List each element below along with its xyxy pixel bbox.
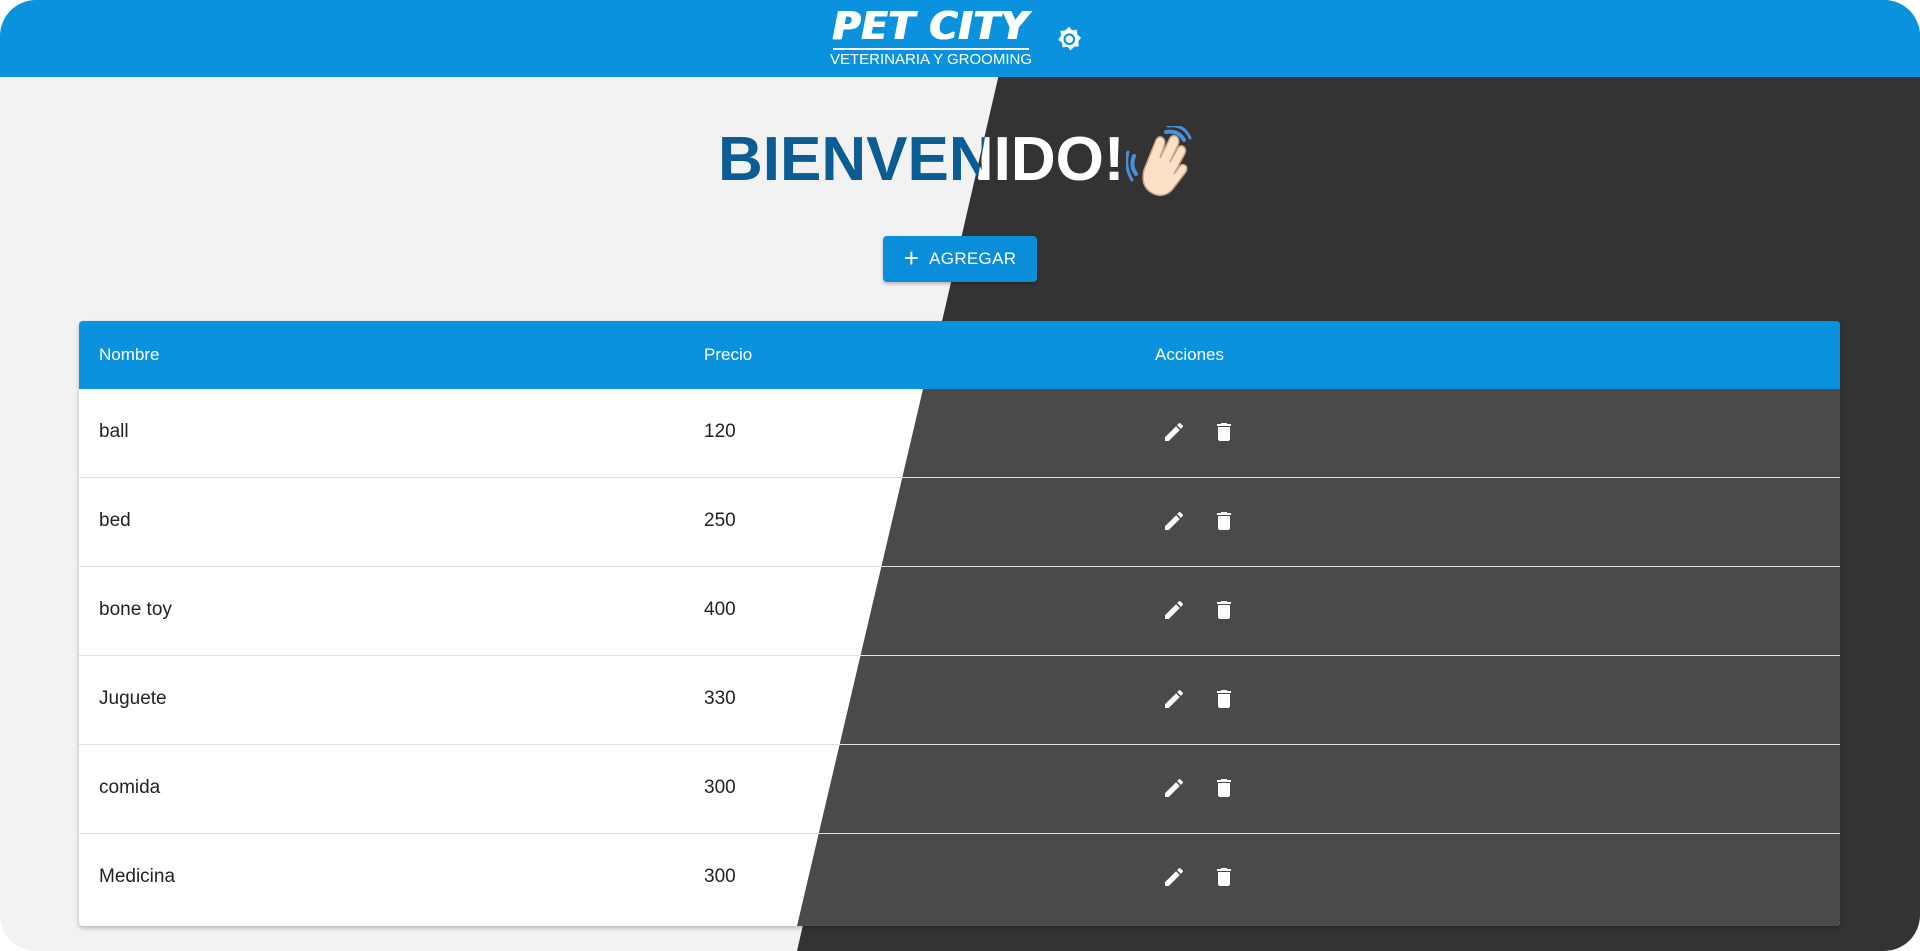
table-row: comida 300	[79, 745, 1840, 834]
edit-button[interactable]	[1161, 863, 1187, 891]
cell-name: comida	[99, 777, 161, 798]
edit-icon	[1165, 422, 1184, 441]
cell-name: bone toy	[99, 599, 172, 620]
app-frame: PET CITY VETERINARIA Y GROOMING BIENVENI…	[0, 0, 1920, 951]
add-button[interactable]: + AGREGAR	[883, 236, 1037, 282]
column-header-name[interactable]: Nombre	[99, 345, 159, 365]
edit-button[interactable]	[1161, 596, 1187, 624]
delete-icon	[1217, 779, 1231, 797]
edit-button[interactable]	[1161, 774, 1187, 802]
settings-button[interactable]	[1054, 24, 1084, 54]
table-row: Medicina 300	[79, 834, 1840, 923]
top-header: PET CITY VETERINARIA Y GROOMING	[0, 0, 1920, 77]
delete-icon	[1217, 601, 1231, 619]
waving-hand-icon	[1126, 126, 1192, 197]
logo-underline	[833, 48, 1029, 50]
delete-button[interactable]	[1211, 774, 1237, 802]
edit-icon	[1165, 511, 1184, 530]
row-actions	[1161, 685, 1237, 713]
edit-icon	[1165, 600, 1184, 619]
row-actions	[1161, 507, 1237, 535]
delete-icon	[1217, 868, 1231, 886]
cell-price: 330	[704, 688, 736, 709]
delete-button[interactable]	[1211, 596, 1237, 624]
cell-name: bed	[99, 510, 131, 531]
row-actions	[1161, 596, 1237, 624]
column-header-actions: Acciones	[1155, 345, 1224, 364]
delete-icon	[1217, 690, 1231, 708]
edit-button[interactable]	[1161, 418, 1187, 446]
welcome-section: BIENVENIDO! BIENVENIDO!	[0, 118, 1920, 202]
delete-button[interactable]	[1211, 685, 1237, 713]
logo-subtitle: VETERINARIA Y GROOMING	[830, 51, 1032, 68]
cell-price: 300	[704, 866, 736, 887]
row-actions	[1161, 418, 1237, 446]
plus-icon: +	[903, 243, 920, 273]
products-table: Nombre Precio Acciones ball 120 bed 250	[79, 321, 1840, 926]
edit-icon	[1165, 689, 1184, 708]
delete-button[interactable]	[1211, 418, 1237, 446]
pet-city-logo[interactable]: PET CITY VETERINARIA Y GROOMING	[826, 6, 1036, 72]
delete-icon	[1217, 512, 1231, 530]
edit-icon	[1165, 867, 1184, 886]
table-row: Juguete 330	[79, 656, 1840, 745]
table-row: ball 120	[79, 389, 1840, 478]
gear-icon	[1058, 26, 1082, 51]
cell-name: ball	[99, 421, 129, 442]
table-row: bone toy 400	[79, 567, 1840, 656]
table-row: bed 250	[79, 478, 1840, 567]
row-actions	[1161, 774, 1237, 802]
delete-button[interactable]	[1211, 507, 1237, 535]
cell-name: Medicina	[99, 866, 176, 887]
table-header: Nombre Precio Acciones	[79, 321, 1840, 389]
cell-price: 250	[704, 510, 736, 531]
edit-icon	[1165, 778, 1184, 797]
delete-button[interactable]	[1211, 863, 1237, 891]
edit-button[interactable]	[1161, 685, 1187, 713]
edit-button[interactable]	[1161, 507, 1187, 535]
cell-name: Juguete	[99, 688, 167, 709]
add-button-label: AGREGAR	[929, 249, 1017, 268]
logo-title: PET CITY	[832, 4, 1030, 48]
cell-price: 120	[704, 421, 736, 442]
cell-price: 400	[704, 599, 736, 620]
column-header-price[interactable]: Precio	[704, 345, 752, 365]
delete-icon	[1217, 423, 1231, 441]
cell-price: 300	[704, 777, 736, 798]
row-actions	[1161, 863, 1237, 891]
